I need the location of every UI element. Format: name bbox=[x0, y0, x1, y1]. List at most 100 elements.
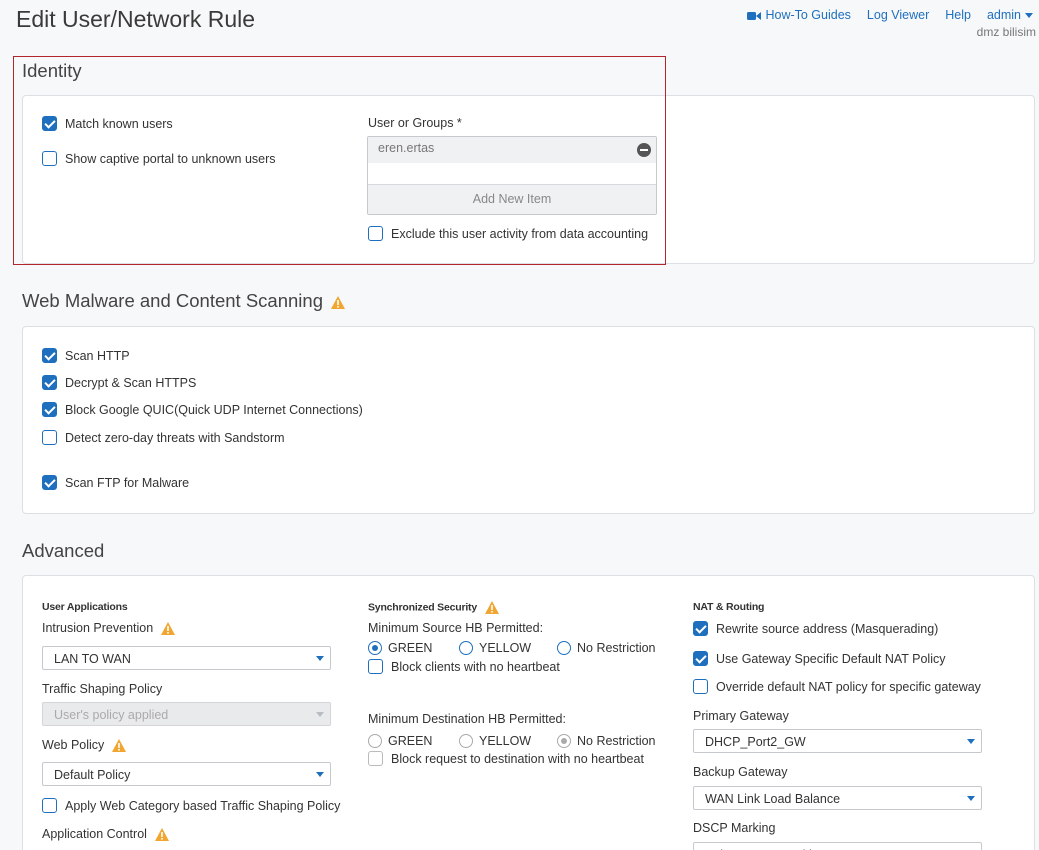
match-known-users-label: Match known users bbox=[65, 116, 173, 131]
howto-guides-label: How-To Guides bbox=[765, 8, 851, 22]
apply-web-category-option[interactable]: Apply Web Category based Traffic Shaping… bbox=[42, 798, 340, 813]
rewrite-source-checkbox[interactable] bbox=[693, 621, 708, 636]
match-known-users-option[interactable]: Match known users bbox=[42, 116, 173, 131]
web-policy-select[interactable]: Default Policy bbox=[42, 762, 331, 786]
gateway-nat-option[interactable]: Use Gateway Specific Default NAT Policy bbox=[693, 651, 946, 666]
override-nat-label: Override default NAT policy for specific… bbox=[716, 679, 981, 694]
log-viewer-link[interactable]: Log Viewer bbox=[867, 8, 929, 22]
source-hb-no-restriction-option[interactable]: No Restriction bbox=[557, 641, 656, 655]
captive-portal-label: Show captive portal to unknown users bbox=[65, 151, 276, 166]
primary-gateway-select[interactable]: DHCP_Port2_GW bbox=[693, 729, 982, 753]
source-hb-yellow-option[interactable]: YELLOW bbox=[459, 641, 531, 655]
exclude-accounting-option[interactable]: Exclude this user activity from data acc… bbox=[368, 226, 648, 241]
decrypt-https-option[interactable]: Decrypt & Scan HTTPS bbox=[42, 375, 196, 390]
block-quic-label: Block Google QUIC(Quick UDP Internet Con… bbox=[65, 402, 363, 417]
source-hb-green-option[interactable]: GREEN bbox=[368, 641, 432, 655]
override-nat-checkbox[interactable] bbox=[693, 679, 708, 694]
user-item-name: eren.ertas bbox=[378, 141, 435, 155]
malware-section-title-text: Web Malware and Content Scanning bbox=[22, 290, 323, 311]
dest-hb-yellow-option: YELLOW bbox=[459, 734, 531, 748]
warning-icon bbox=[485, 601, 499, 614]
block-dest-no-heartbeat-option: Block request to destination with no hea… bbox=[368, 751, 644, 766]
block-no-heartbeat-checkbox[interactable] bbox=[368, 659, 383, 674]
scan-ftp-option[interactable]: Scan FTP for Malware bbox=[42, 475, 189, 490]
dest-hb-green-label: GREEN bbox=[388, 734, 433, 748]
advanced-section-title: Advanced bbox=[22, 540, 105, 561]
apply-web-category-label: Apply Web Category based Traffic Shaping… bbox=[65, 798, 341, 813]
block-no-heartbeat-option[interactable]: Block clients with no heartbeat bbox=[368, 659, 560, 674]
warning-icon bbox=[161, 622, 176, 636]
decrypt-https-checkbox[interactable] bbox=[42, 375, 57, 390]
source-hb-yellow-radio[interactable] bbox=[459, 641, 473, 655]
backup-gateway-label: Backup Gateway bbox=[693, 765, 788, 779]
source-hb-yellow-label: YELLOW bbox=[479, 641, 532, 655]
dest-hb-green-option: GREEN bbox=[368, 734, 432, 748]
dest-hb-no-restriction-radio bbox=[557, 734, 571, 748]
user-applications-heading: User Applications bbox=[42, 601, 128, 613]
match-known-users-checkbox[interactable] bbox=[42, 116, 57, 131]
admin-label: admin bbox=[986, 8, 1021, 22]
users-groups-list: eren.ertas Add New Item bbox=[367, 136, 657, 215]
scan-http-label: Scan HTTP bbox=[65, 348, 130, 363]
user-item: eren.ertas bbox=[368, 137, 656, 163]
apply-web-category-checkbox[interactable] bbox=[42, 798, 57, 813]
source-hb-green-radio[interactable] bbox=[368, 641, 382, 655]
dest-hb-yellow-label: YELLOW bbox=[479, 734, 532, 748]
web-policy-label: Web Policy bbox=[42, 738, 127, 753]
sandstorm-option[interactable]: Detect zero-day threats with Sandstorm bbox=[42, 430, 285, 445]
users-groups-label: User or Groups * bbox=[368, 116, 462, 130]
caret-down-icon bbox=[1025, 13, 1033, 19]
intrusion-prevention-select[interactable]: LAN TO WAN bbox=[42, 646, 331, 670]
remove-icon[interactable] bbox=[637, 143, 651, 157]
video-camera-icon bbox=[747, 11, 762, 20]
dest-hb-no-restriction-option: No Restriction bbox=[557, 734, 656, 748]
application-control-label-text: Application Control bbox=[42, 827, 147, 841]
help-link[interactable]: Help bbox=[945, 8, 971, 22]
dest-hb-yellow-radio bbox=[459, 734, 473, 748]
min-dest-hb-label: Minimum Destination HB Permitted: bbox=[368, 712, 566, 726]
dscp-marking-select[interactable]: Select DSCP Marking bbox=[693, 842, 982, 850]
nat-routing-heading: NAT & Routing bbox=[693, 601, 765, 613]
intrusion-prevention-label: Intrusion Prevention bbox=[42, 621, 176, 636]
captive-portal-option[interactable]: Show captive portal to unknown users bbox=[42, 151, 276, 166]
admin-menu[interactable]: admin bbox=[987, 8, 1033, 22]
block-dest-no-heartbeat-label: Block request to destination with no hea… bbox=[391, 751, 644, 766]
override-nat-option[interactable]: Override default NAT policy for specific… bbox=[693, 679, 981, 694]
rewrite-source-option[interactable]: Rewrite source address (Masquerading) bbox=[693, 621, 938, 636]
malware-section-title: Web Malware and Content Scanning bbox=[22, 290, 345, 312]
dest-hb-green-radio bbox=[368, 734, 382, 748]
add-new-item-button[interactable]: Add New Item bbox=[368, 184, 656, 214]
traffic-shaping-select: User's policy applied bbox=[42, 702, 331, 726]
dest-hb-no-restriction-label: No Restriction bbox=[577, 734, 656, 748]
web-policy-label-text: Web Policy bbox=[42, 738, 105, 752]
howto-guides-link[interactable]: How-To Guides bbox=[747, 8, 851, 22]
dscp-marking-label: DSCP Marking bbox=[693, 821, 776, 835]
source-hb-no-restriction-radio[interactable] bbox=[557, 641, 571, 655]
top-navigation: How-To Guides Log Viewer Help admin bbox=[747, 8, 1033, 22]
source-hb-green-label: GREEN bbox=[388, 641, 433, 655]
scan-http-checkbox[interactable] bbox=[42, 348, 57, 363]
block-dest-no-heartbeat-checkbox bbox=[368, 751, 383, 766]
block-quic-checkbox[interactable] bbox=[42, 402, 57, 417]
primary-gateway-label: Primary Gateway bbox=[693, 709, 789, 723]
warning-icon bbox=[154, 828, 169, 842]
gateway-nat-label: Use Gateway Specific Default NAT Policy bbox=[716, 651, 946, 666]
traffic-shaping-label: Traffic Shaping Policy bbox=[42, 682, 163, 696]
sandstorm-checkbox[interactable] bbox=[42, 430, 57, 445]
scan-ftp-label: Scan FTP for Malware bbox=[65, 475, 190, 490]
captive-portal-checkbox[interactable] bbox=[42, 151, 57, 166]
block-quic-option[interactable]: Block Google QUIC(Quick UDP Internet Con… bbox=[42, 402, 363, 417]
exclude-accounting-checkbox[interactable] bbox=[368, 226, 383, 241]
sandstorm-label: Detect zero-day threats with Sandstorm bbox=[65, 430, 285, 445]
decrypt-https-label: Decrypt & Scan HTTPS bbox=[65, 375, 197, 390]
block-no-heartbeat-label: Block clients with no heartbeat bbox=[391, 659, 560, 674]
application-control-label: Application Control bbox=[42, 827, 169, 842]
scan-http-option[interactable]: Scan HTTP bbox=[42, 348, 130, 363]
scan-ftp-checkbox[interactable] bbox=[42, 475, 57, 490]
organization-name: dmz bilisim bbox=[976, 25, 1036, 39]
backup-gateway-select[interactable]: WAN Link Load Balance bbox=[693, 786, 982, 810]
page-title: Edit User/Network Rule bbox=[16, 6, 256, 32]
warning-icon bbox=[112, 739, 127, 753]
warning-icon bbox=[330, 295, 345, 309]
gateway-nat-checkbox[interactable] bbox=[693, 651, 708, 666]
